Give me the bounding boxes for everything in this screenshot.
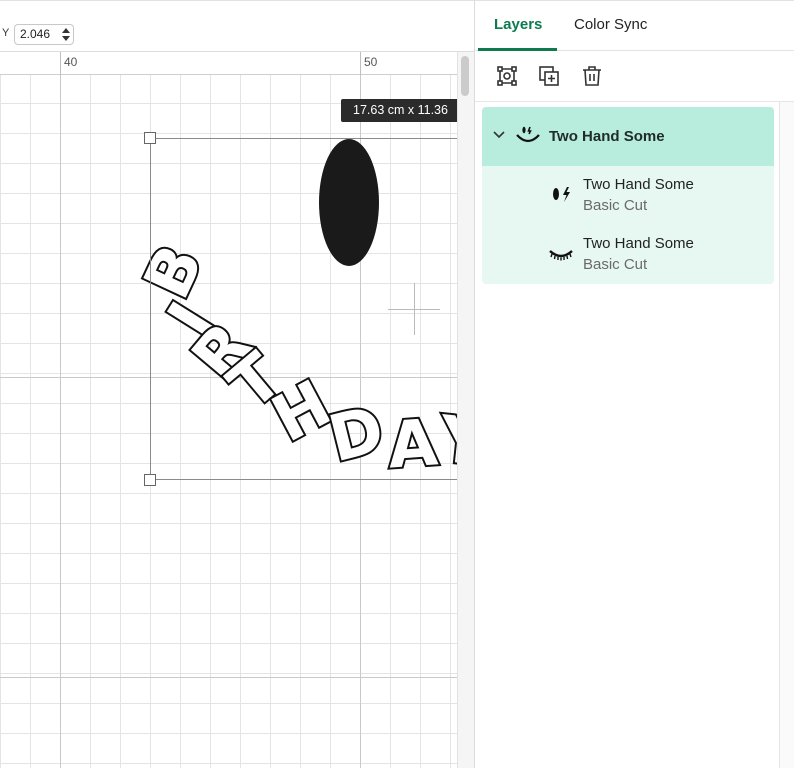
position-toolbar: Y 2.046 bbox=[0, 0, 474, 52]
panel-scrollbar[interactable] bbox=[779, 102, 794, 768]
y-position-input[interactable]: 2.046 bbox=[14, 24, 74, 45]
group-children: Two Hand Some Basic Cut Two Hand Some Ba… bbox=[482, 166, 774, 284]
layer-row[interactable]: Two Hand Some Basic Cut bbox=[482, 166, 774, 225]
group-title: Two Hand Some bbox=[549, 128, 665, 145]
y-position-label: Y bbox=[2, 27, 10, 39]
scrollbar-thumb[interactable] bbox=[461, 56, 469, 96]
layers-panel: Layers Color Sync Two Hand Some Two Hand… bbox=[474, 0, 794, 768]
resize-handle-bottom-left[interactable] bbox=[144, 474, 156, 486]
layer-group-row[interactable]: Two Hand Some bbox=[482, 107, 774, 166]
layer-row[interactable]: Two Hand Some Basic Cut bbox=[482, 225, 774, 284]
layer-title: Two Hand Some bbox=[583, 235, 694, 252]
horizontal-ruler: 40 50 bbox=[0, 52, 460, 75]
ruler-label: 50 bbox=[364, 55, 378, 69]
ruler-tick bbox=[360, 52, 361, 75]
group-icon[interactable] bbox=[495, 64, 519, 88]
tab-color-sync[interactable]: Color Sync bbox=[574, 16, 647, 33]
trash-icon[interactable] bbox=[580, 64, 604, 88]
smiley-face-icon bbox=[516, 126, 540, 143]
stepper-arrows-icon[interactable] bbox=[61, 27, 71, 42]
canvas-vertical-scrollbar[interactable] bbox=[457, 52, 474, 768]
layer-operation: Basic Cut bbox=[583, 256, 648, 273]
ruler-label: 40 bbox=[64, 55, 78, 69]
panel-tabs: Layers Color Sync bbox=[475, 0, 794, 51]
layer-operation: Basic Cut bbox=[583, 197, 648, 214]
cursor-crosshair bbox=[388, 309, 440, 310]
eyes-icon bbox=[553, 187, 570, 202]
design-layer: B I R T H D A Y 17.63 cm x 11.36 bbox=[0, 0, 457, 768]
y-position-value: 2.046 bbox=[20, 27, 51, 41]
layer-title: Two Hand Some bbox=[583, 176, 694, 193]
ruler-tick bbox=[60, 52, 61, 75]
resize-handle-top-left[interactable] bbox=[144, 132, 156, 144]
chevron-down-icon[interactable] bbox=[492, 128, 506, 142]
dimension-tooltip: 17.63 cm x 11.36 bbox=[341, 99, 457, 122]
canvas-area: B I R T H D A Y 17.63 cm x 11.36 40 50 Y bbox=[0, 0, 474, 768]
layer-actions-toolbar bbox=[475, 51, 794, 102]
tab-layers[interactable]: Layers bbox=[494, 16, 542, 33]
smile-icon bbox=[549, 250, 573, 261]
duplicate-icon[interactable] bbox=[537, 64, 561, 88]
app-root: B I R T H D A Y 17.63 cm x 11.36 40 50 Y bbox=[0, 0, 794, 768]
